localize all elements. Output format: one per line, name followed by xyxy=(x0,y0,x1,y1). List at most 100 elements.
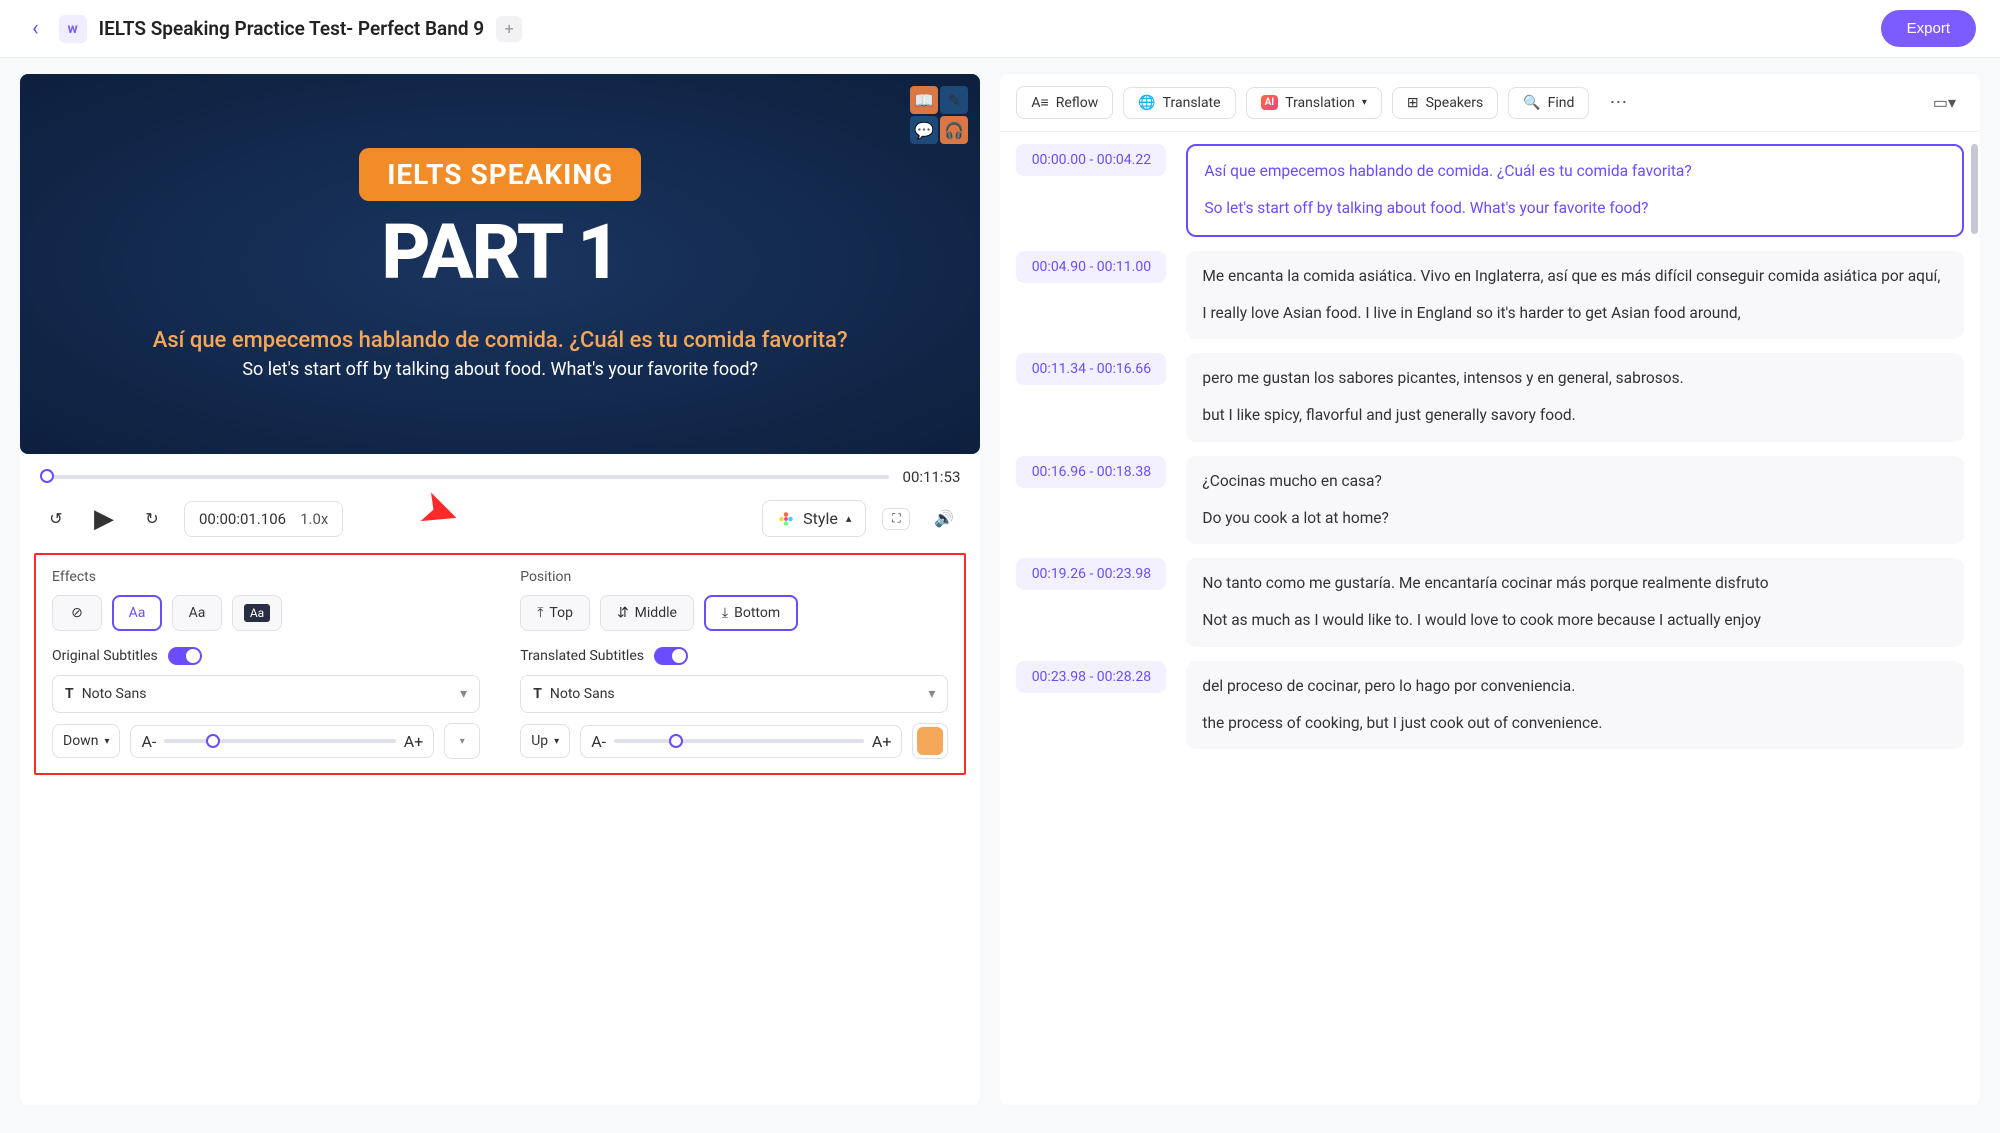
scrollbar[interactable] xyxy=(1971,144,1978,234)
badge-pen-icon: ✎ xyxy=(940,86,968,114)
font-icon: T xyxy=(65,686,74,702)
original-direction-select[interactable]: Down ▾ xyxy=(52,724,120,758)
speakers-button[interactable]: ⊞Speakers xyxy=(1392,87,1498,119)
topbar-left: ‹ w IELTS Speaking Practice Test- Perfec… xyxy=(24,12,522,45)
reflow-icon: A≡ xyxy=(1031,94,1048,111)
translated-subs-row: Translated Subtitles xyxy=(520,647,948,665)
rewind-button[interactable]: ↺ xyxy=(40,503,72,535)
transcript-original: So let's start off by talking about food… xyxy=(1204,197,1946,220)
transcript-timestamp[interactable]: 00:04.90 - 00:11.00 xyxy=(1016,251,1166,283)
transcript-content[interactable]: Me encanta la comida asiática. Vivo en I… xyxy=(1186,251,1964,340)
subtitle-original: So let's start off by talking about food… xyxy=(153,359,848,380)
original-direction-label: Down xyxy=(63,733,98,749)
find-button[interactable]: 🔍Find xyxy=(1508,87,1589,119)
transcript-timestamp[interactable]: 00:19.26 - 00:23.98 xyxy=(1016,558,1166,590)
forward-button[interactable]: ↻ xyxy=(136,503,168,535)
playback-speed[interactable]: 1.0x xyxy=(300,510,328,528)
translation-label: Translation xyxy=(1285,95,1355,111)
transcript-translated: pero me gustan los sabores picantes, int… xyxy=(1202,367,1948,390)
original-size-slider[interactable]: A- A+ xyxy=(130,725,434,758)
subtitle-overlay: Así que empecemos hablando de comida. ¿C… xyxy=(153,327,848,381)
transcript-content[interactable]: Así que empecemos hablando de comida. ¿C… xyxy=(1186,144,1964,237)
translate-button[interactable]: 🌐Translate xyxy=(1123,87,1235,119)
play-button[interactable]: ▶ xyxy=(88,503,120,535)
original-subs-toggle[interactable] xyxy=(168,647,202,665)
chevron-down-icon: ▾ xyxy=(554,736,559,747)
transcript-translated: No tanto como me gustaría. Me encantaría… xyxy=(1202,572,1948,595)
more-button[interactable]: ⋯ xyxy=(1599,86,1637,119)
position-top-button[interactable]: ⤒Top xyxy=(520,595,590,631)
transcript-content[interactable]: del proceso de cocinar, pero lo hago por… xyxy=(1186,661,1964,750)
badge-book-icon: 📖 xyxy=(910,86,938,114)
style-col-position: Position ⤒Top ⇵Middle ⤓Bottom Translated… xyxy=(520,569,948,759)
volume-button[interactable]: 🔊 xyxy=(928,503,960,535)
subtitle-translated: Así que empecemos hablando de comida. ¿C… xyxy=(153,327,848,356)
fullscreen-button[interactable]: ⛶ xyxy=(882,508,910,530)
none-icon: ⊘ xyxy=(71,605,83,621)
transcript-timestamp[interactable]: 00:11.34 - 00:16.66 xyxy=(1016,353,1166,385)
size-minus-label: A- xyxy=(141,732,156,751)
style-button[interactable]: Style ▴ xyxy=(762,500,866,537)
slider-thumb[interactable] xyxy=(206,734,220,748)
transcript-toolbar: A≡Reflow 🌐Translate AITranslation▾ ⊞Spea… xyxy=(1000,74,1980,132)
translation-dropdown[interactable]: AITranslation▾ xyxy=(1246,87,1382,119)
position-top-label: Top xyxy=(549,605,573,621)
transcript-row: 00:19.26 - 00:23.98 No tanto como me gust… xyxy=(1016,558,1964,647)
translated-direction-select[interactable]: Up ▾ xyxy=(520,724,570,758)
reflow-button[interactable]: A≡ Reflow xyxy=(1016,86,1113,119)
video-corner-badges: 📖✎ 💬🎧 xyxy=(910,86,968,144)
size-plus-label: A+ xyxy=(872,732,892,751)
chevron-down-icon: ▾ xyxy=(460,686,467,702)
color-swatch xyxy=(917,727,943,755)
export-button[interactable]: Export xyxy=(1881,10,1976,47)
translated-font-name: Noto Sans xyxy=(550,686,615,702)
add-tab-button[interactable]: + xyxy=(496,16,522,42)
document-title: IELTS Speaking Practice Test- Perfect Ba… xyxy=(99,17,485,40)
transcript-content[interactable]: No tanto como me gustaría. Me encantaría… xyxy=(1186,558,1964,647)
translated-subs-toggle[interactable] xyxy=(654,647,688,665)
video-preview[interactable]: 📖✎ 💬🎧 IELTS SPEAKING PART 1 Así que empe… xyxy=(20,74,980,454)
aa-outline-icon: Aa xyxy=(129,605,146,621)
style-col-effects: Effects ⊘ Aa Aa Aa Original Subtitles T … xyxy=(52,569,480,759)
chevron-down-icon: ▾ xyxy=(1362,97,1367,108)
timecode-box[interactable]: 00:00:01.106 1.0x xyxy=(184,501,343,537)
original-subs-label: Original Subtitles xyxy=(52,648,158,664)
timeline-slider[interactable] xyxy=(40,475,889,479)
back-button[interactable]: ‹ xyxy=(24,12,47,45)
transcript-content[interactable]: pero me gustan los sabores picantes, int… xyxy=(1186,353,1964,442)
left-panel: 📖✎ 💬🎧 IELTS SPEAKING PART 1 Así que empe… xyxy=(20,74,980,1105)
effect-none-button[interactable]: ⊘ xyxy=(52,595,102,631)
position-buttons: ⤒Top ⇵ Middle ⤓Bottom xyxy=(520,595,948,631)
transcript-timestamp[interactable]: 00:23.98 - 00:28.28 xyxy=(1016,661,1166,693)
slider-thumb[interactable] xyxy=(669,734,683,748)
position-middle-button[interactable]: ⇵ Middle xyxy=(600,595,694,631)
main-area: 📖✎ 💬🎧 IELTS SPEAKING PART 1 Así que empe… xyxy=(0,58,2000,1121)
style-panel: Effects ⊘ Aa Aa Aa Original Subtitles T … xyxy=(34,553,966,775)
transcript-content[interactable]: ¿Cocinas mucho en casa?Do you cook a lot… xyxy=(1186,456,1964,545)
translated-color-select[interactable] xyxy=(912,723,948,759)
style-flower-icon xyxy=(777,510,795,528)
position-bottom-button[interactable]: ⤓Bottom xyxy=(704,595,798,631)
transcript-row: 00:16.96 - 00:18.38 ¿Cocinas mucho en cas… xyxy=(1016,456,1964,545)
reflow-label: Reflow xyxy=(1056,95,1099,111)
effect-box-button[interactable]: Aa xyxy=(232,595,282,631)
original-font-select[interactable]: T Noto Sans ▾ xyxy=(52,675,480,713)
find-label: Find xyxy=(1548,95,1575,111)
timeline-thumb[interactable] xyxy=(40,469,54,483)
size-plus-label: A+ xyxy=(404,732,424,751)
time-total: 00:11:53 xyxy=(903,468,961,486)
transcript-timestamp[interactable]: 00:16.96 - 00:18.38 xyxy=(1016,456,1166,488)
position-middle-label: Middle xyxy=(635,605,677,621)
transcript-timestamp[interactable]: 00:00.00 - 00:04.22 xyxy=(1016,144,1166,176)
align-middle-icon: ⇵ xyxy=(617,605,629,621)
transcript-translated: Me encanta la comida asiática. Vivo en I… xyxy=(1202,265,1948,288)
player-controls: ↺ ▶ ↻ 00:00:01.106 1.0x ➤ Style ▴ ⛶ 🔊 xyxy=(20,490,980,553)
effect-plain-button[interactable]: Aa xyxy=(172,595,222,631)
view-toggle-button[interactable]: ▭▾ xyxy=(1925,87,1964,118)
original-font-name: Noto Sans xyxy=(82,686,147,702)
original-color-select[interactable]: ▾ xyxy=(444,723,480,759)
translated-font-select[interactable]: T Noto Sans ▾ xyxy=(520,675,948,713)
effect-outline-button[interactable]: Aa xyxy=(112,595,162,631)
translated-subs-label: Translated Subtitles xyxy=(520,648,644,664)
translated-size-slider[interactable]: A- A+ xyxy=(580,725,902,758)
